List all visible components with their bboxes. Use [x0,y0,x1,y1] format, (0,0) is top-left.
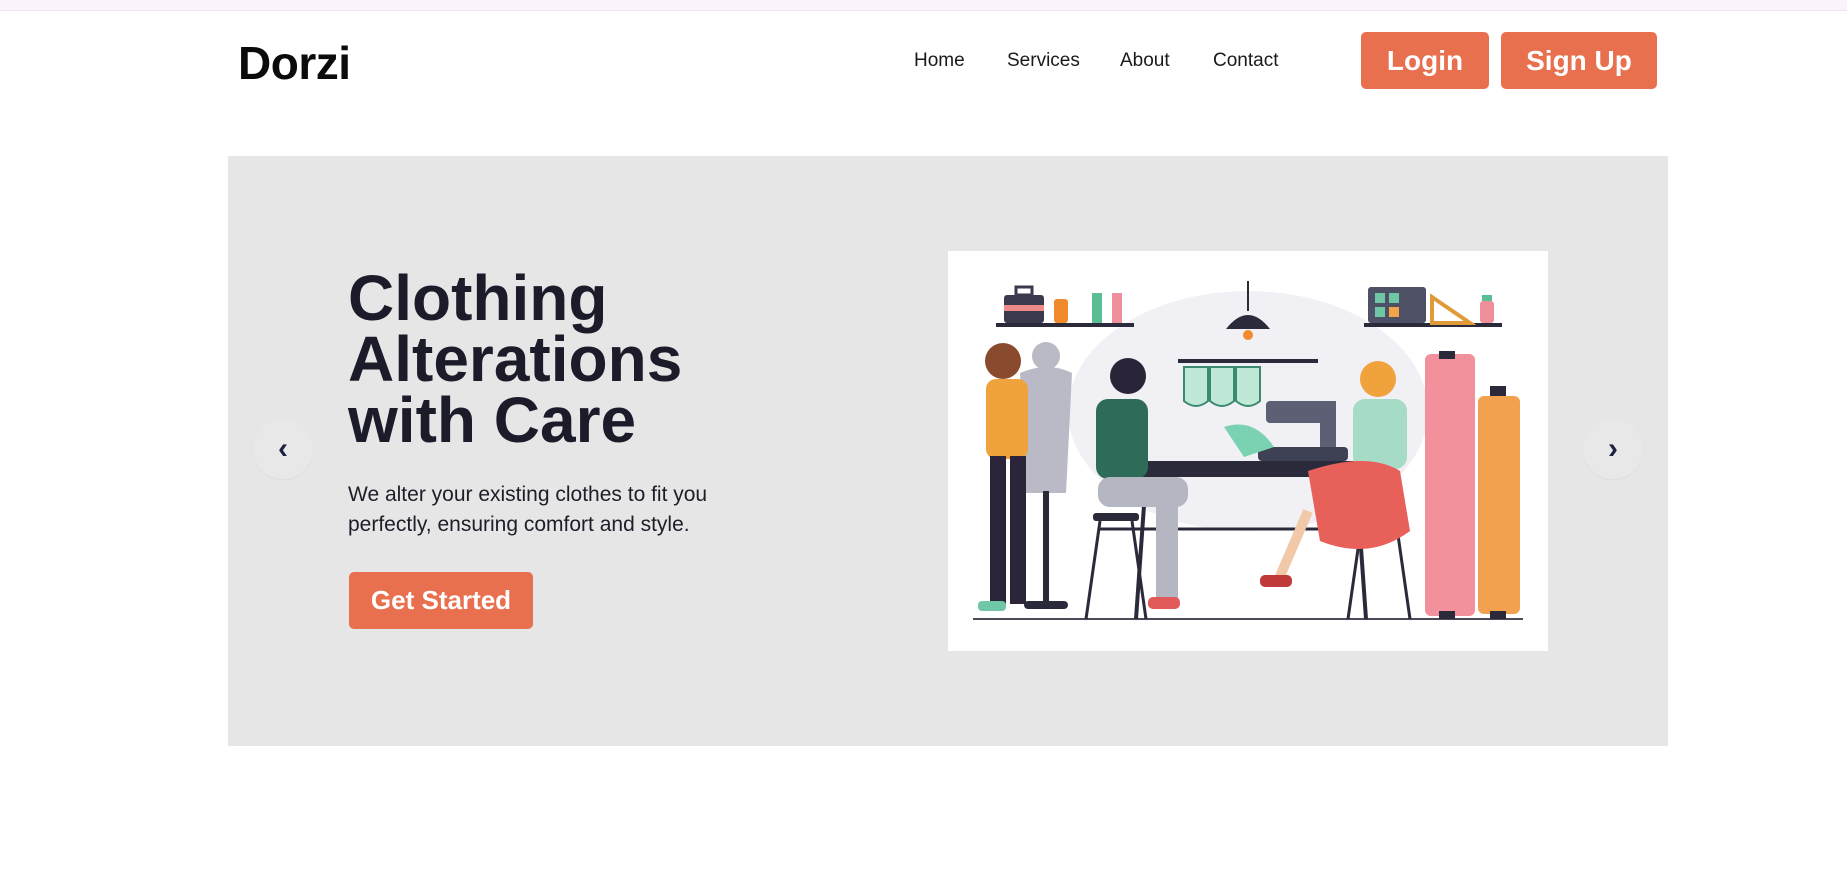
chevron-left-icon: ‹ [278,432,288,465]
carousel-next-button[interactable]: › [1583,419,1643,479]
get-started-button[interactable]: Get Started [349,572,533,629]
tailoring-illustration [948,251,1548,651]
nav-link-services[interactable]: Services [1007,50,1080,72]
nav-link-contact[interactable]: Contact [1213,50,1278,72]
nav-link-about[interactable]: About [1120,50,1170,72]
hero-title-line: Alterations [348,323,683,395]
hero-title-line: with Care [348,384,637,456]
brand-logo[interactable]: Dorzi [238,36,351,90]
signup-button[interactable]: Sign Up [1501,32,1657,89]
nav-link-home[interactable]: Home [914,50,965,72]
chevron-right-icon: › [1608,432,1618,465]
carousel-prev-button[interactable]: ‹ [253,419,313,479]
hero-title-line: Clothing [348,262,608,334]
tailor-shop-illustration-svg [973,281,1523,620]
hero-title: Clothing Alterations with Care [348,262,868,456]
hero-carousel: ‹ Clothing Alterations with Care We alte… [228,156,1668,746]
hero-description: We alter your existing clothes to fit yo… [348,483,708,536]
navbar: Dorzi Home Services About Contact Login … [0,10,1847,110]
login-button[interactable]: Login [1361,32,1489,89]
